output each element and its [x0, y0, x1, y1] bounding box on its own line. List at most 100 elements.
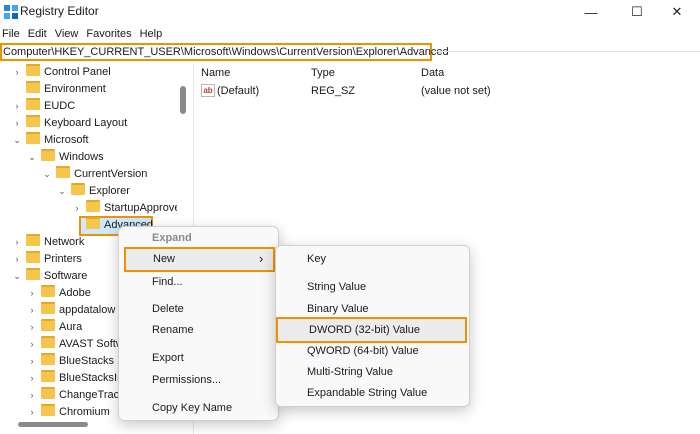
close-button[interactable]: ✕: [654, 0, 700, 24]
submenu-item-qword-value[interactable]: QWORD (64-bit) Value: [307, 345, 419, 357]
folder-icon: [41, 370, 55, 382]
tree-item-label: Network: [44, 236, 85, 248]
folder-icon: [41, 404, 55, 416]
string-value-icon: ab: [201, 84, 215, 97]
tree-item[interactable]: › Keyboard Layout: [12, 115, 127, 132]
menu-item-export[interactable]: Export: [152, 352, 184, 364]
chevron-right-icon[interactable]: ›: [27, 336, 37, 353]
folder-icon: [41, 319, 55, 331]
chevron-down-icon[interactable]: ⌄: [42, 166, 52, 183]
folder-icon: [86, 200, 100, 212]
tree-scrollbar-thumb[interactable]: [180, 86, 186, 114]
tree-item-label: BlueStacks X: [59, 355, 125, 367]
tree-item-label: Adobe: [59, 287, 91, 299]
submenu-item-multi-string-value[interactable]: Multi-String Value: [307, 366, 393, 378]
chevron-right-icon[interactable]: ›: [27, 387, 37, 404]
column-header-name[interactable]: Name: [201, 67, 230, 79]
tree-item[interactable]: ⌄ Windows: [27, 149, 104, 166]
tree-item[interactable]: › StartupApprove: [72, 200, 177, 217]
menu-item-find[interactable]: Find...: [152, 276, 183, 288]
menu-bar: File Edit View Favorites Help: [0, 26, 168, 42]
tree-item-label: Explorer: [89, 185, 130, 197]
tree-item[interactable]: › appdatalow: [27, 302, 115, 319]
folder-icon: [26, 132, 40, 144]
tree-item[interactable]: › Network: [12, 234, 84, 251]
chevron-right-icon[interactable]: ›: [27, 404, 37, 419]
folder-icon: [41, 387, 55, 399]
context-menu: Expand New › Find... Delete Rename Expor…: [118, 226, 279, 421]
chevron-right-icon[interactable]: ›: [27, 302, 37, 319]
folder-icon: [86, 217, 100, 229]
chevron-right-icon[interactable]: ›: [27, 353, 37, 370]
chevron-right-icon[interactable]: ›: [12, 251, 22, 268]
tree-item-label: Chromium: [59, 406, 110, 418]
chevron-right-icon[interactable]: ›: [27, 319, 37, 336]
menu-item-rename[interactable]: Rename: [152, 324, 194, 336]
folder-icon: [41, 336, 55, 348]
tree-item[interactable]: › Chromium: [27, 404, 110, 419]
chevron-right-icon[interactable]: ›: [12, 234, 22, 251]
tree-item-label: Software: [44, 270, 88, 282]
menu-item-copy-key-name[interactable]: Copy Key Name: [152, 402, 232, 414]
tree-item-label: Environment: [44, 83, 106, 95]
chevron-right-icon[interactable]: ›: [12, 115, 22, 132]
chevron-right-icon[interactable]: ›: [72, 200, 82, 217]
tree-item[interactable]: › Control Panel: [12, 64, 111, 81]
submenu-item-expandable-string-value[interactable]: Expandable String Value: [307, 387, 427, 399]
chevron-right-icon[interactable]: ›: [12, 64, 22, 81]
chevron-down-icon[interactable]: ⌄: [12, 268, 22, 285]
chevron-down-icon[interactable]: ⌄: [12, 132, 22, 149]
tree-item[interactable]: ⌄ Microsoft: [12, 132, 89, 149]
folder-icon: [26, 251, 40, 263]
menu-edit[interactable]: Edit: [26, 26, 53, 42]
tree-item-label: Microsoft: [44, 134, 89, 146]
column-header-data[interactable]: Data: [421, 67, 444, 79]
submenu-item-key[interactable]: Key: [307, 253, 326, 265]
tree-item[interactable]: ⌄ CurrentVersion: [42, 166, 147, 183]
menu-favorites[interactable]: Favorites: [84, 26, 137, 42]
chevron-down-icon[interactable]: ⌄: [57, 183, 67, 200]
folder-icon: [26, 64, 40, 76]
tree-item[interactable]: › AVAST Softw: [27, 336, 124, 353]
tree-item[interactable]: › BlueStacksIns: [27, 370, 129, 387]
tree-item[interactable]: › Printers: [12, 251, 82, 268]
tree-item[interactable]: › EUDC: [12, 98, 75, 115]
folder-icon: [71, 183, 85, 195]
tree-item-label: Keyboard Layout: [44, 117, 128, 129]
submenu-item-dword-value[interactable]: DWORD (32-bit) Value: [276, 317, 467, 343]
tree-item[interactable]: ⌄ Software: [12, 268, 87, 285]
chevron-right-icon[interactable]: ›: [12, 98, 22, 115]
tree-item[interactable]: Environment: [12, 81, 106, 98]
address-bar-underline: [432, 51, 700, 52]
menu-view[interactable]: View: [53, 26, 85, 42]
menu-help[interactable]: Help: [138, 26, 169, 42]
menu-item-expand[interactable]: Expand: [152, 232, 192, 244]
tree-horizontal-scrollbar-thumb[interactable]: [18, 422, 88, 427]
menu-item-delete[interactable]: Delete: [152, 303, 184, 315]
submenu-item-string-value[interactable]: String Value: [307, 281, 366, 293]
address-bar[interactable]: Computer\HKEY_CURRENT_USER\Microsoft\Win…: [0, 43, 449, 61]
menu-item-permissions[interactable]: Permissions...: [152, 374, 221, 386]
folder-icon: [26, 268, 40, 280]
column-header-type[interactable]: Type: [311, 67, 335, 79]
folder-icon: [41, 149, 55, 161]
minimize-button[interactable]: —: [568, 0, 614, 24]
tree-item-label: CurrentVersion: [74, 168, 148, 180]
tree-item[interactable]: › ChangeTracke: [27, 387, 131, 404]
menu-item-new[interactable]: New ›: [124, 247, 275, 272]
tree-item[interactable]: › BlueStacks X: [27, 353, 124, 370]
submenu-item-binary-value[interactable]: Binary Value: [307, 303, 369, 315]
chevron-right-icon[interactable]: ›: [27, 370, 37, 387]
tree-item[interactable]: › Adobe: [27, 285, 91, 302]
tree-item[interactable]: ⌄ Explorer: [57, 183, 130, 200]
menu-file[interactable]: File: [0, 26, 26, 42]
folder-icon: [26, 115, 40, 127]
tree-item-label: appdatalow: [59, 304, 116, 316]
chevron-down-icon[interactable]: ⌄: [27, 149, 37, 166]
value-name[interactable]: (Default): [217, 85, 259, 97]
tree-item[interactable]: › Aura: [27, 319, 82, 336]
folder-icon: [41, 302, 55, 314]
tree-item-label: EUDC: [44, 100, 76, 112]
chevron-right-icon[interactable]: ›: [27, 285, 37, 302]
tree-item-label: AVAST Softw: [59, 338, 124, 350]
